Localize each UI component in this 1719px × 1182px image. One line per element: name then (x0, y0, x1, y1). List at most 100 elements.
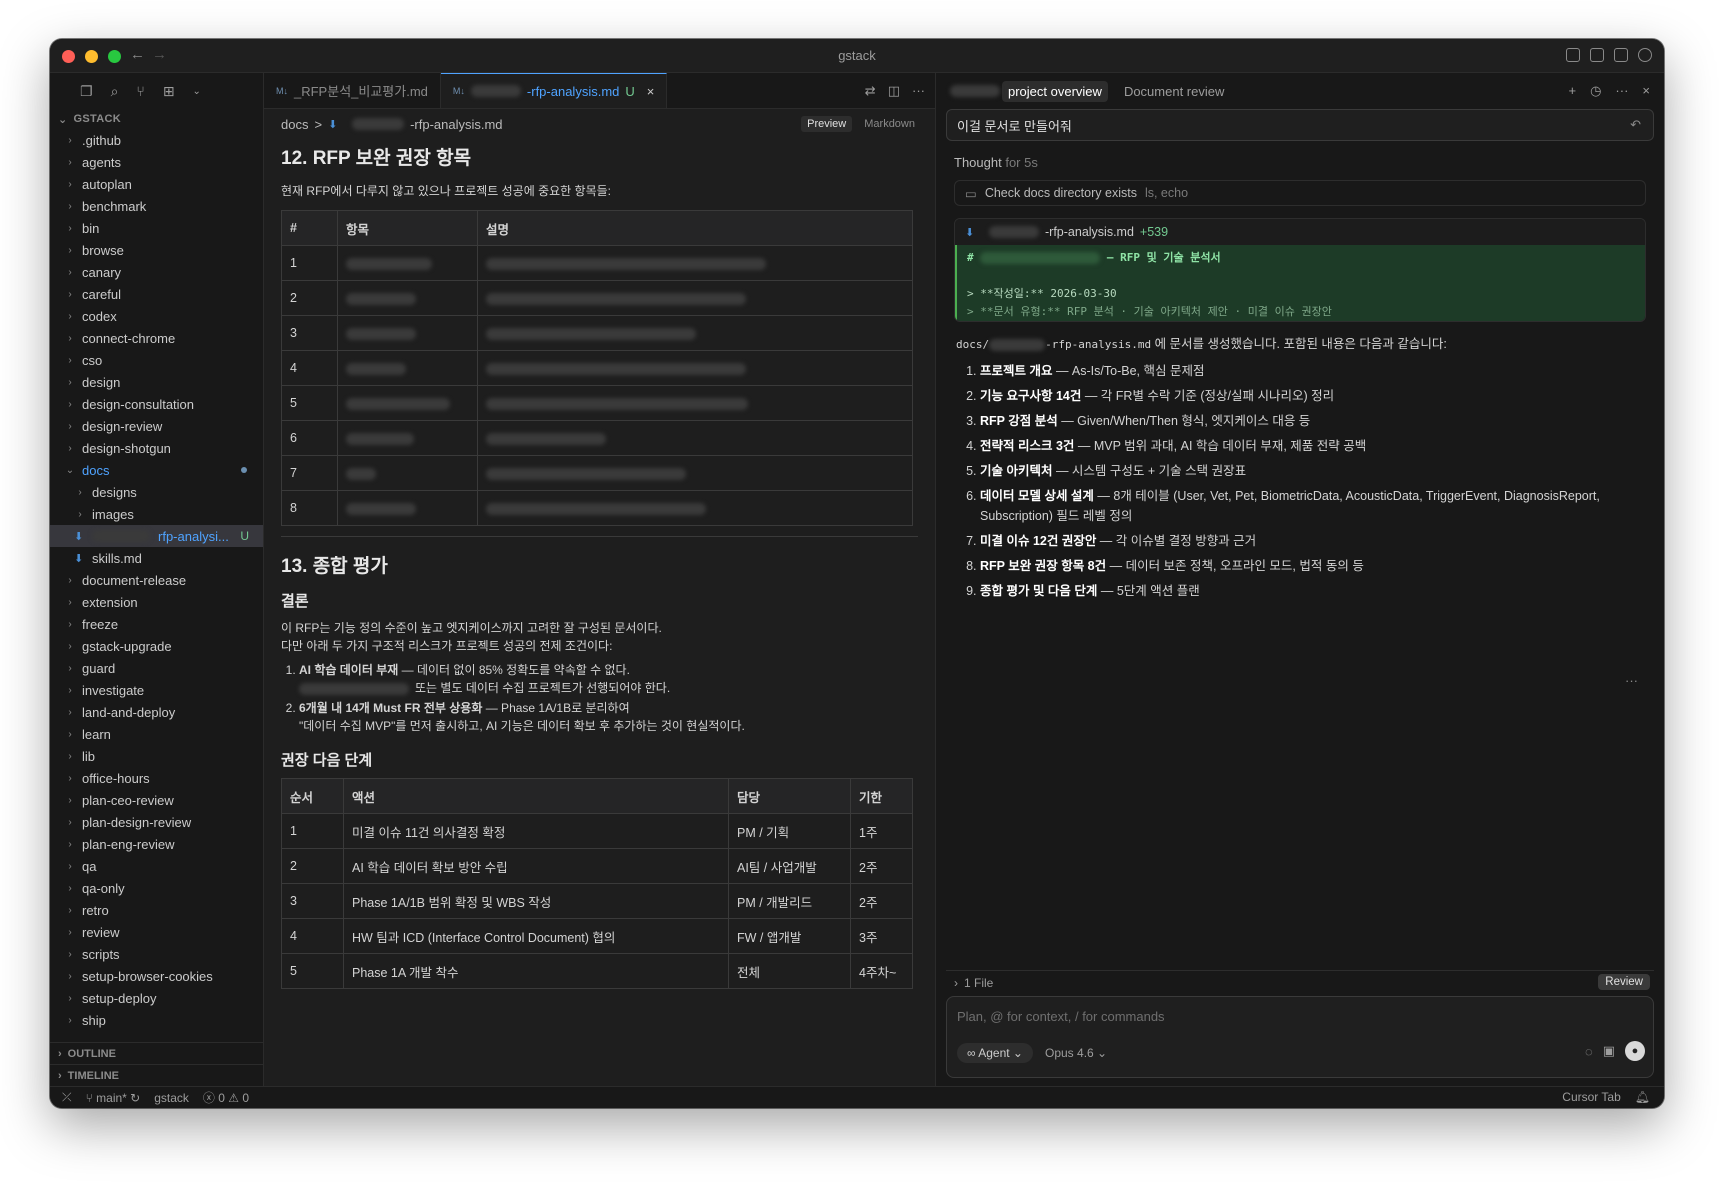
sidebar-item-guard[interactable]: › guard (50, 657, 263, 679)
sidebar-item-office-hours[interactable]: › office-hours (50, 767, 263, 789)
redacted-text (486, 502, 706, 515)
close-icon[interactable]: × (1642, 83, 1650, 99)
sidebar-item-docs[interactable]: ⌄ docs (50, 459, 263, 481)
more-icon[interactable]: ··· (912, 83, 925, 99)
extensions-icon[interactable]: ⊞ (163, 83, 175, 100)
timeline-section[interactable]: › TIMELINE (50, 1064, 263, 1086)
sidebar-item-extension[interactable]: › extension (50, 591, 263, 613)
sidebar-item-skills-md[interactable]: ⬇ skills.md (50, 547, 263, 569)
sidebar-item-design-review[interactable]: › design-review (50, 415, 263, 437)
sidebar-item-gstack-upgrade[interactable]: › gstack-upgrade (50, 635, 263, 657)
sidebar-item-document-release[interactable]: › document-release (50, 569, 263, 591)
agent-mode-select[interactable]: ∞ Agent ⌄ (957, 1043, 1033, 1063)
conclusion-p1: 이 RFP는 기능 정의 수준이 높고 엣지케이스까지 고려한 잘 구성된 문서… (281, 621, 662, 635)
sidebar-item-plan-eng-review[interactable]: › plan-eng-review (50, 833, 263, 855)
sidebar-item-cso[interactable]: › cso (50, 349, 263, 371)
tab-document-review[interactable]: Document review (1118, 81, 1230, 102)
sidebar-item-review[interactable]: › review (50, 921, 263, 943)
sidebar-item-scripts[interactable]: › scripts (50, 943, 263, 965)
toggle-secondary-sidebar-icon[interactable] (1614, 48, 1628, 62)
explorer-section-header[interactable]: ⌄ GSTACK (50, 109, 263, 129)
more-icon[interactable]: ··· (1615, 83, 1628, 99)
sidebar-item-setup-deploy[interactable]: › setup-deploy (50, 987, 263, 1009)
problems-status[interactable]: ⓧ 0 ⚠ 0 (203, 1089, 249, 1106)
cursor-tab-status[interactable]: Cursor Tab (1562, 1090, 1620, 1104)
tab-rfp-compare[interactable]: M↓ _RFP분석_비교평가.md (264, 73, 441, 108)
tool-call-row[interactable]: ▭ Check docs directory exists ls, echo (954, 180, 1646, 206)
remote-icon[interactable]: ⤫ (62, 1090, 72, 1105)
files-icon[interactable]: ❐ (80, 83, 93, 100)
review-button[interactable]: Review (1598, 974, 1650, 990)
sidebar-item-browse[interactable]: › browse (50, 239, 263, 261)
breadcrumb-docs[interactable]: docs (281, 117, 308, 132)
search-icon[interactable]: ⌕ (111, 83, 119, 100)
chevron-right-icon: › (68, 706, 72, 718)
table-row: 6 (281, 420, 913, 456)
sidebar-item-rfp-analysis[interactable]: ⬇ rfp-analysi... U (50, 525, 263, 547)
sidebar-item-design[interactable]: › design (50, 371, 263, 393)
sidebar-item-designs[interactable]: › designs (50, 481, 263, 503)
preview-toggle[interactable]: Preview (801, 116, 853, 132)
sidebar-item-setup-browser-cookies[interactable]: › setup-browser-cookies (50, 965, 263, 987)
compare-icon[interactable]: ⇄ (865, 83, 876, 99)
tab-rfp-analysis[interactable]: M↓ -rfp-analysis.md U × (440, 73, 668, 108)
sidebar-item-agents[interactable]: › agents (50, 151, 263, 173)
microphone-icon[interactable]: ● (1625, 1041, 1645, 1061)
branch-status[interactable]: ⑂ main* ↻ (86, 1091, 141, 1105)
source-control-icon[interactable]: ⑂ (136, 83, 144, 99)
sidebar-item-investigate[interactable]: › investigate (50, 679, 263, 701)
chevron-right-icon: › (68, 310, 72, 322)
settings-gear-icon[interactable] (1638, 48, 1652, 62)
thought-indicator[interactable]: Thought for 5s (954, 155, 1664, 170)
toggle-panel-icon[interactable] (1590, 48, 1604, 62)
sidebar-item-bin[interactable]: › bin (50, 217, 263, 239)
sidebar-item-qa[interactable]: › qa (50, 855, 263, 877)
history-icon[interactable]: ◷ (1590, 83, 1601, 99)
model-select[interactable]: Opus 4.6 ⌄ (1045, 1046, 1107, 1060)
close-icon[interactable]: × (647, 84, 655, 99)
sidebar-item-careful[interactable]: › careful (50, 283, 263, 305)
sidebar-item-images[interactable]: › images (50, 503, 263, 525)
breadcrumb-file[interactable]: -rfp-analysis.md (410, 117, 502, 132)
sidebar-item-learn[interactable]: › learn (50, 723, 263, 745)
undo-icon[interactable]: ↶ (1630, 117, 1641, 133)
plus-icon[interactable]: + (1568, 83, 1576, 99)
sidebar-item-github[interactable]: › .github (50, 129, 263, 151)
sidebar-item-connect-chrome[interactable]: › connect-chrome (50, 327, 263, 349)
chevron-right-icon: › (68, 596, 72, 608)
chevron-down-icon: ⌄ (58, 113, 68, 126)
sidebar-item-lib[interactable]: › lib (50, 745, 263, 767)
more-icon[interactable]: ··· (1625, 673, 1638, 688)
markdown-toggle[interactable]: Markdown (858, 116, 921, 132)
bell-icon[interactable]: 🔔︎ (1635, 1090, 1650, 1104)
outline-section[interactable]: › OUTLINE (50, 1042, 263, 1064)
composer-input[interactable]: Plan, @ for context, / for commands (957, 1009, 1165, 1024)
sidebar-item-plan-design-review[interactable]: › plan-design-review (50, 811, 263, 833)
toggle-sidebar-icon[interactable] (1566, 48, 1580, 62)
chevron-down-icon[interactable]: ⌄ (193, 86, 201, 97)
user-message[interactable]: 이걸 문서로 만들어줘 ↶ (946, 109, 1654, 141)
sidebar-item-freeze[interactable]: › freeze (50, 613, 263, 635)
sidebar-item-canary[interactable]: › canary (50, 261, 263, 283)
sidebar-item-land-and-deploy[interactable]: › land-and-deploy (50, 701, 263, 723)
file-diff-card[interactable]: ⬇ -rfp-analysis.md +539 # — RFP 및 기술 분석서… (954, 218, 1646, 322)
sidebar-item-design-consultation[interactable]: › design-consultation (50, 393, 263, 415)
sidebar-item-autoplan[interactable]: › autoplan (50, 173, 263, 195)
sidebar-item-design-shotgun[interactable]: › design-shotgun (50, 437, 263, 459)
chevron-right-icon: › (68, 684, 72, 696)
markdown-icon: ⬇ (328, 118, 338, 131)
split-editor-icon[interactable]: ◫ (888, 83, 900, 99)
sidebar-item-retro[interactable]: › retro (50, 899, 263, 921)
image-icon[interactable]: ▣ (1603, 1043, 1615, 1059)
list-item: 기능 요구사항 14건 — 각 FR별 수락 기준 (정상/실패 시나리오) 정… (980, 386, 1646, 406)
tab-project-overview[interactable]: project overview (1002, 80, 1108, 102)
sidebar-item-qa-only[interactable]: › qa-only (50, 877, 263, 899)
sidebar-item-ship[interactable]: › ship (50, 1009, 263, 1031)
repo-name[interactable]: gstack (154, 1091, 189, 1105)
chat-composer[interactable]: Plan, @ for context, / for commands ∞ Ag… (946, 996, 1654, 1078)
sidebar-item-codex[interactable]: › codex (50, 305, 263, 327)
section-12-intro: 현재 RFP에서 다루지 않고 있으나 프로젝트 성공에 중요한 항목들: (281, 184, 612, 198)
sidebar-item-benchmark[interactable]: › benchmark (50, 195, 263, 217)
sidebar-item-plan-ceo-review[interactable]: › plan-ceo-review (50, 789, 263, 811)
changed-files-row[interactable]: › 1 File Review (946, 970, 1654, 994)
